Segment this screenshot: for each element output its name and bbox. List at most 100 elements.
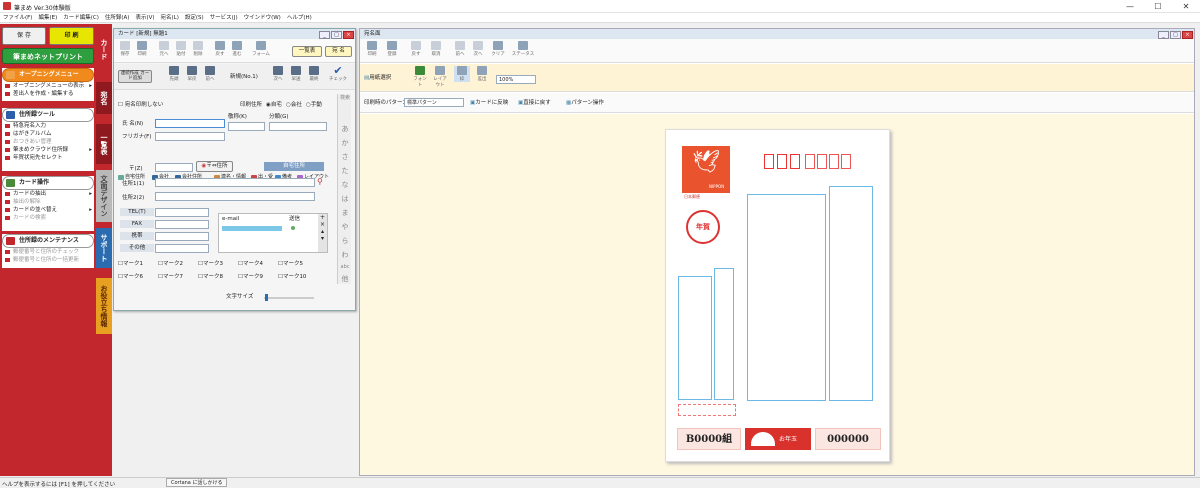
name-frame[interactable]: [747, 194, 826, 401]
address1-input[interactable]: [155, 178, 315, 187]
kana-ya[interactable]: や: [338, 222, 352, 232]
status-tool[interactable]: ステータス: [510, 41, 536, 57]
forward-tool[interactable]: 進む: [229, 41, 245, 57]
mark-checkbox[interactable]: ☐マーク4: [238, 260, 263, 268]
menu-address[interactable]: 宛名(L): [158, 13, 182, 23]
card-op-item[interactable]: カードの抽出 ▸: [2, 190, 94, 198]
paste-tool[interactable]: 貼付: [173, 41, 189, 57]
tab-list[interactable]: 一覧表: [96, 124, 112, 164]
addressbook-header[interactable]: 住所録ツール: [2, 108, 94, 122]
maximize-icon[interactable]: □: [1170, 31, 1181, 39]
back-tool[interactable]: 戻す: [212, 41, 228, 57]
fast-back-button[interactable]: 早戻: [184, 66, 200, 82]
prev-tool[interactable]: 前へ: [452, 41, 468, 57]
minimize-icon[interactable]: _: [1158, 31, 1169, 39]
sender-address-frame[interactable]: [714, 268, 734, 400]
addressbook-item[interactable]: 特急宛名入力: [2, 122, 94, 130]
opening-item[interactable]: オープニングメニューの表示 ▸: [2, 82, 94, 90]
fast-forward-button[interactable]: 早送: [288, 66, 304, 82]
kana-other[interactable]: 他: [338, 274, 352, 284]
other-input[interactable]: [155, 244, 209, 253]
layout-tool[interactable]: レイアウト: [432, 66, 448, 88]
no-print-checkbox[interactable]: ☐ 宛名印刷しない: [118, 101, 163, 109]
mark-checkbox[interactable]: ☐マーク6: [118, 273, 143, 281]
font-tool[interactable]: フォント: [412, 66, 428, 88]
mark-checkbox[interactable]: ☐マーク5: [278, 260, 303, 268]
card-ops-header[interactable]: カード操作: [2, 176, 94, 190]
mark-checkbox[interactable]: ☐マーク1: [118, 260, 143, 268]
revert-button[interactable]: ▣直接に戻す: [518, 99, 551, 107]
check-button[interactable]: ✔ チェック: [328, 65, 348, 82]
tab-design[interactable]: 文面デザイン: [96, 170, 112, 222]
kana-a[interactable]: あ: [338, 124, 352, 134]
kana-wa[interactable]: わ: [338, 250, 352, 260]
email-scroll-buttons[interactable]: + × ▴ ▾: [318, 214, 327, 252]
register-tool[interactable]: 登録: [384, 41, 400, 57]
frame-tool[interactable]: 枠: [454, 66, 470, 82]
prev-button[interactable]: 前へ: [202, 66, 218, 82]
kana-ta[interactable]: た: [338, 166, 352, 176]
next-button[interactable]: 次へ: [270, 66, 286, 82]
tab-info[interactable]: お役立ち情報: [96, 278, 112, 334]
kana-search[interactable]: 検索: [338, 94, 352, 101]
addressbook-item[interactable]: おつきあい管理: [2, 138, 94, 146]
delete-tool[interactable]: 削除: [190, 41, 206, 57]
mark-checkbox[interactable]: ☐マーク10: [278, 273, 306, 281]
kana-ma[interactable]: ま: [338, 208, 352, 218]
maintenance-item[interactable]: 郵便番号と住所の一括更新: [2, 256, 94, 264]
opening-menu-header[interactable]: オープニングメニュー: [2, 68, 94, 82]
paper-select-button[interactable]: ▤用紙選択: [364, 74, 391, 82]
zip-lookup-button[interactable]: ◉〒⇔住所: [196, 161, 233, 172]
card-op-item[interactable]: カードの検索: [2, 214, 94, 222]
kana-abc[interactable]: abc: [338, 264, 352, 270]
kana-ka[interactable]: か: [338, 138, 352, 148]
radio-home[interactable]: ◉自宅: [266, 101, 282, 109]
close-button[interactable]: ✕: [1172, 0, 1200, 13]
mobile-input[interactable]: [155, 232, 209, 241]
radio-manual[interactable]: ○手動: [306, 101, 322, 109]
zip-input[interactable]: [155, 163, 193, 172]
addressbook-item[interactable]: はがきアルバム: [2, 130, 94, 138]
zip-boxes[interactable]: [764, 154, 876, 170]
print-tool[interactable]: 印刷: [134, 41, 150, 57]
first-button[interactable]: 先頭: [166, 66, 182, 82]
pattern-select[interactable]: 標準パターン: [404, 98, 464, 107]
kana-ha[interactable]: は: [338, 194, 352, 204]
mark-checkbox[interactable]: ☐マーク2: [158, 260, 183, 268]
menu-edit[interactable]: 編集(E): [35, 13, 60, 23]
postcard[interactable]: 🕊 NIPPON 日本郵便 年賀 B0000組 お年玉 000000: [665, 129, 890, 462]
cancel-tool[interactable]: 取消: [428, 41, 444, 57]
maintenance-header[interactable]: 住所録のメンテナンス: [2, 234, 94, 248]
card-op-item[interactable]: 抽出の解除: [2, 198, 94, 206]
maximize-button[interactable]: ☐: [1144, 0, 1172, 13]
tab-support[interactable]: サポート: [96, 228, 112, 268]
kana-na[interactable]: な: [338, 180, 352, 190]
mark-checkbox[interactable]: ☐マーク7: [158, 273, 183, 281]
font-size-slider[interactable]: [264, 297, 314, 299]
menu-help[interactable]: ヘルプ(H): [284, 13, 315, 23]
tab-card[interactable]: カード: [96, 26, 112, 72]
reflect-button[interactable]: ▣カードに反映: [470, 99, 508, 107]
address2-input[interactable]: [155, 192, 315, 201]
address-frame[interactable]: [829, 186, 873, 401]
undo-tool[interactable]: 戻す: [408, 41, 424, 57]
addressbook-item[interactable]: 筆まめクラウド住所録 ▸: [2, 146, 94, 154]
sender-tool[interactable]: 差出: [474, 66, 490, 82]
menu-view[interactable]: 表示(V): [132, 13, 157, 23]
pattern-op-button[interactable]: ▦パターン操作: [566, 99, 604, 107]
sender-name-frame[interactable]: [678, 276, 712, 400]
menu-service[interactable]: サービス(J): [207, 13, 241, 23]
tel-input[interactable]: [155, 208, 209, 217]
mark-checkbox[interactable]: ☐マーク8: [198, 273, 223, 281]
furigana-input[interactable]: [155, 132, 225, 141]
print-tool[interactable]: 印刷: [364, 41, 380, 57]
list-button[interactable]: 一覧表: [292, 46, 322, 57]
kana-ra[interactable]: ら: [338, 236, 352, 246]
next-tool[interactable]: 次へ: [470, 41, 486, 57]
email-list[interactable]: e-mail 送信: [218, 213, 328, 253]
opening-item[interactable]: 差出人を作成・編集する: [2, 90, 94, 98]
address-button[interactable]: 宛 名: [325, 46, 352, 57]
title-select[interactable]: [228, 122, 265, 131]
menu-settings[interactable]: 設定(S): [182, 13, 207, 23]
maintenance-item[interactable]: 郵便番号と住所のチェック: [2, 248, 94, 256]
